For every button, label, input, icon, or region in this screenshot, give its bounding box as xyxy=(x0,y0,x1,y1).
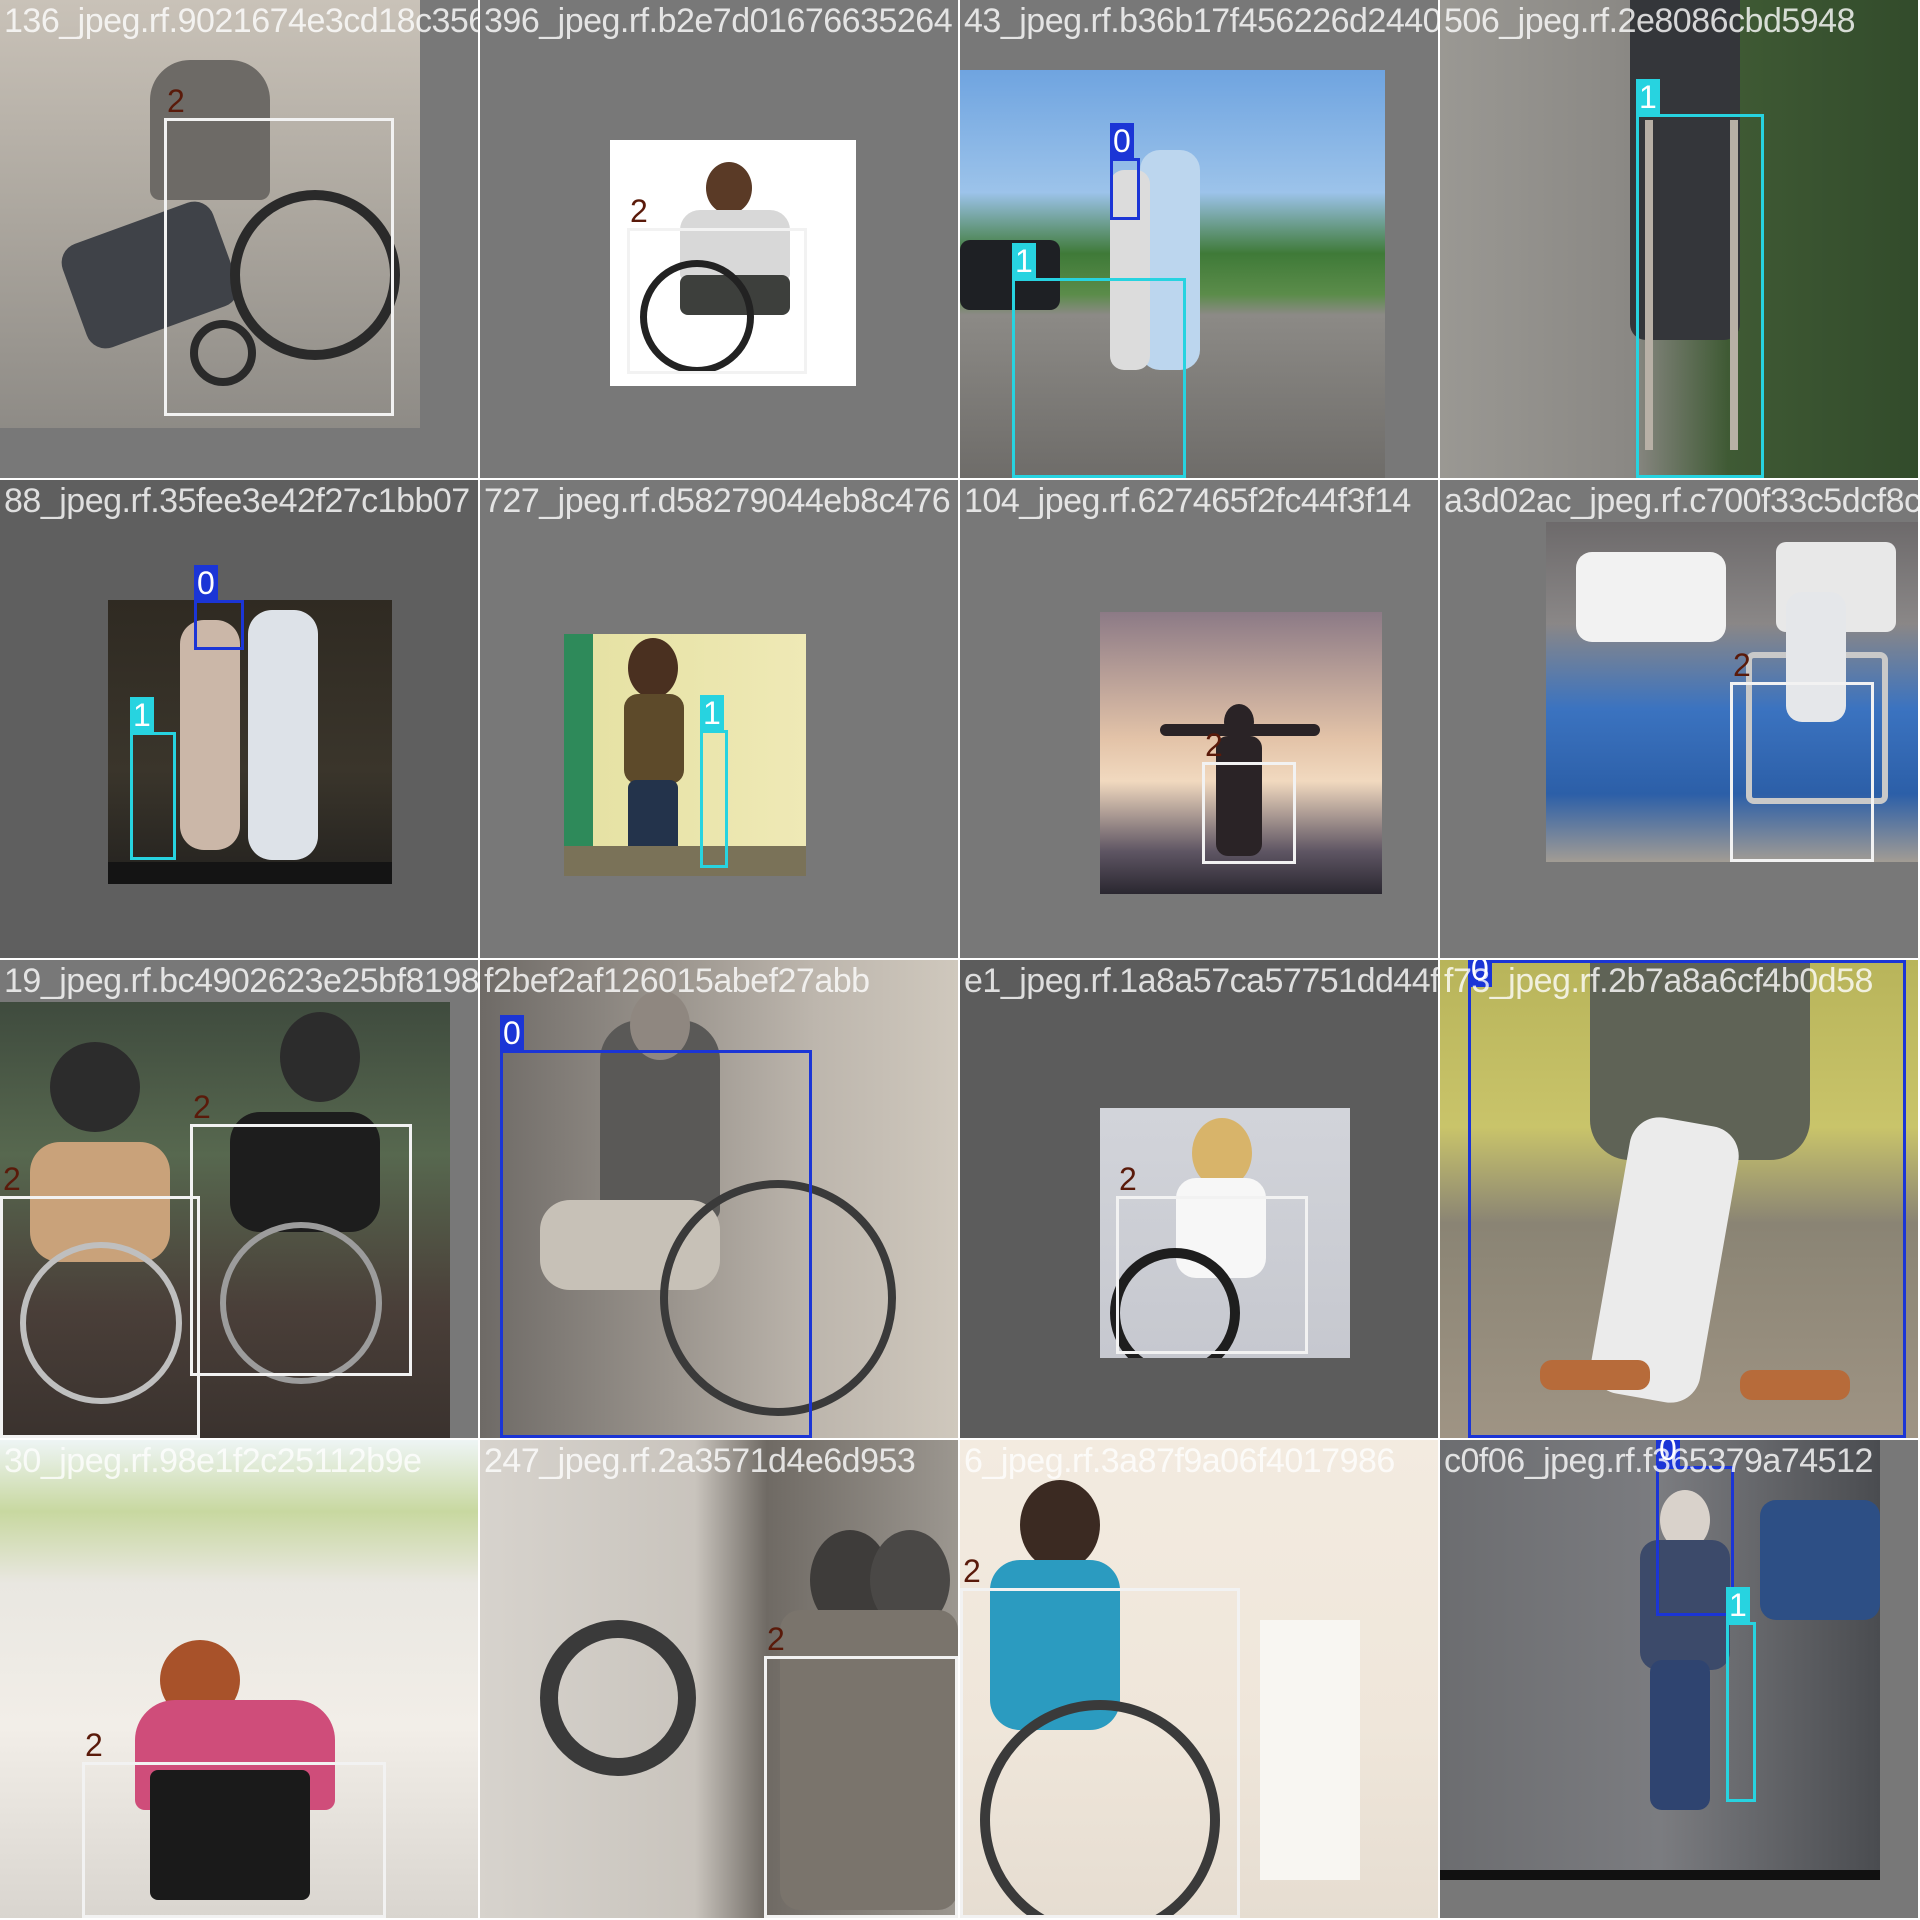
bounding-box-class-0: 0 xyxy=(194,565,244,650)
bounding-box-class-2: 2 xyxy=(1116,1161,1308,1354)
tile-filename: 506_jpeg.rf.2e8086cbd5948 xyxy=(1444,2,1856,40)
bounding-box-class-0: 0 xyxy=(1468,960,1906,1438)
class-label: 2 xyxy=(1205,727,1223,763)
tile-8[interactable]: a3d02ac_jpeg.rf.c700f33c5dcf8c8522 2 xyxy=(1440,480,1920,960)
bounding-box-class-1: 1 xyxy=(130,697,176,860)
tile-filename: 30_jpeg.rf.98e1f2c25112b9e xyxy=(4,1442,422,1480)
bounding-box-class-0: 0 xyxy=(1110,123,1140,220)
tile-12[interactable]: f73_jpeg.rf.2b7a8a6cf4b0d58 0 xyxy=(1440,960,1920,1440)
tile-11[interactable]: e1_jpeg.rf.1a8a57ca57751dd44f 2 xyxy=(960,960,1440,1440)
bounding-box-class-1: 1 xyxy=(1012,243,1186,478)
tile-3[interactable]: 43_jpeg.rf.b36b17f456226d24403 0 1 xyxy=(960,0,1440,480)
bounding-box-class-2: 2 xyxy=(960,1553,1240,1918)
tile-2[interactable]: 396_jpeg.rf.b2e7d01676635264 2 xyxy=(480,0,960,480)
class-label: 2 xyxy=(85,1727,103,1763)
class-label: 2 xyxy=(630,193,648,229)
bounding-box-class-2: 2 xyxy=(627,193,807,374)
tile-filename: a3d02ac_jpeg.rf.c700f33c5dcf8c8522 xyxy=(1444,482,1920,520)
class-label: 0 xyxy=(194,565,218,601)
tile-6[interactable]: 727_jpeg.rf.d58279044eb8c476 1 xyxy=(480,480,960,960)
tile-filename: 727_jpeg.rf.d58279044eb8c476 xyxy=(484,482,951,520)
bounding-box-class-2: 2 xyxy=(82,1727,386,1918)
class-label: 2 xyxy=(167,83,185,119)
bounding-box-class-2: 2 xyxy=(164,83,394,416)
tile-1[interactable]: 136_jpeg.rf.9021674e3cd18c356a557326 2 xyxy=(0,0,480,480)
tile-5[interactable]: 88_jpeg.rf.35fee3e42f27c1bb07 0 1 xyxy=(0,480,480,960)
tile-filename: f73_jpeg.rf.2b7a8a6cf4b0d58 xyxy=(1444,962,1873,1000)
bounding-box-class-2: 2 xyxy=(1730,647,1874,862)
tile-filename: 104_jpeg.rf.627465f2fc44f3f14 xyxy=(964,482,1411,520)
bounding-box-class-2: 2 xyxy=(764,1621,958,1918)
bounding-box-class-1: 1 xyxy=(700,695,728,868)
class-label: 1 xyxy=(1726,1587,1750,1623)
tile-filename: 136_jpeg.rf.9021674e3cd18c356a557326 xyxy=(4,2,478,40)
bounding-box-class-2: 2 xyxy=(190,1089,412,1376)
bounding-box-class-1: 1 xyxy=(1726,1587,1756,1802)
class-label: 2 xyxy=(193,1089,211,1125)
tile-photo xyxy=(564,634,806,876)
tile-9[interactable]: 19_jpeg.rf.bc4902623e25bf8198 2 2 xyxy=(0,960,480,1440)
bounding-box-class-0: 0 xyxy=(1656,1440,1734,1616)
tile-filename: 88_jpeg.rf.35fee3e42f27c1bb07 xyxy=(4,482,470,520)
tile-filename: f2bef2af126015abef27abb xyxy=(484,962,870,1000)
class-label: 2 xyxy=(1119,1161,1137,1197)
bounding-box-class-2: 2 xyxy=(0,1161,200,1438)
class-label: 0 xyxy=(500,1015,524,1051)
tile-13[interactable]: 30_jpeg.rf.98e1f2c25112b9e 2 xyxy=(0,1440,480,1920)
class-label: 2 xyxy=(3,1161,21,1197)
class-label: 2 xyxy=(963,1553,981,1589)
tile-14[interactable]: 247_jpeg.rf.2a3571d4e6d953 2 xyxy=(480,1440,960,1920)
class-label: 2 xyxy=(1733,647,1751,683)
tile-10[interactable]: f2bef2af126015abef27abb 0 xyxy=(480,960,960,1440)
tile-16[interactable]: c0f06_jpeg.rf.f365379a74512 0 1 xyxy=(1440,1440,1920,1920)
bounding-box-class-0: 0 xyxy=(500,1015,812,1438)
class-label: 1 xyxy=(700,695,724,731)
tile-filename: 43_jpeg.rf.b36b17f456226d24403 xyxy=(964,2,1440,40)
tile-15[interactable]: 6_jpeg.rf.3a87f9a06f4017986 2 xyxy=(960,1440,1440,1920)
tile-7[interactable]: 104_jpeg.rf.627465f2fc44f3f14 2 xyxy=(960,480,1440,960)
class-label: 0 xyxy=(1110,123,1134,159)
tile-filename: c0f06_jpeg.rf.f365379a74512 xyxy=(1444,1442,1873,1480)
class-label: 1 xyxy=(1636,79,1660,115)
tile-filename: e1_jpeg.rf.1a8a57ca57751dd44f xyxy=(964,962,1440,1000)
tile-filename: 247_jpeg.rf.2a3571d4e6d953 xyxy=(484,1442,916,1480)
bounding-box-class-2: 2 xyxy=(1202,727,1296,864)
tile-filename: 19_jpeg.rf.bc4902623e25bf8198 xyxy=(4,962,480,1000)
tile-4[interactable]: 506_jpeg.rf.2e8086cbd5948 1 xyxy=(1440,0,1920,480)
class-label: 1 xyxy=(130,697,154,733)
class-label: 2 xyxy=(767,1621,785,1657)
class-label: 1 xyxy=(1012,243,1036,279)
bounding-box-class-1: 1 xyxy=(1636,79,1764,478)
tile-filename: 6_jpeg.rf.3a87f9a06f4017986 xyxy=(964,1442,1395,1480)
detection-mosaic: 136_jpeg.rf.9021674e3cd18c356a557326 2 3… xyxy=(0,0,1920,1920)
tile-filename: 396_jpeg.rf.b2e7d01676635264 xyxy=(484,2,953,40)
